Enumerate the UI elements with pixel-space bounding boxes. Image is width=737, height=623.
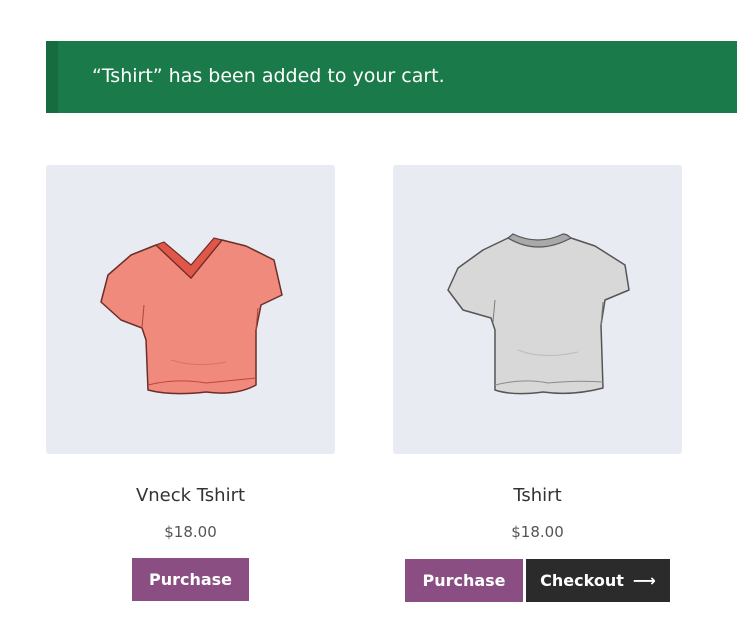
checkout-button[interactable]: Checkout ⟶: [526, 559, 670, 602]
product-price: $18.00: [164, 523, 217, 541]
purchase-button-label: Purchase: [148, 570, 233, 589]
product-image-tshirt[interactable]: [393, 165, 682, 454]
tshirt-image: [447, 233, 630, 395]
checkout-button-label: Checkout: [540, 571, 624, 590]
product-image-vneck-tshirt[interactable]: [46, 165, 335, 454]
arrow-right-icon: ⟶: [632, 571, 656, 590]
product-title[interactable]: Vneck Tshirt: [46, 485, 335, 506]
purchase-button[interactable]: Purchase: [132, 558, 249, 601]
purchase-button[interactable]: Purchase: [405, 559, 523, 602]
cart-notice: “Tshirt” has been added to your cart.: [46, 41, 737, 113]
product-card-vneck-tshirt: Vneck Tshirt $18.00 Purchase: [46, 165, 335, 601]
vneck-tshirt-image: [100, 237, 283, 395]
purchase-button-label: Purchase: [422, 571, 506, 590]
product-card-tshirt: Tshirt $18.00 Purchase Checkout ⟶: [393, 165, 682, 602]
product-price: $18.00: [511, 523, 564, 541]
product-title[interactable]: Tshirt: [393, 485, 682, 506]
cart-notice-message: “Tshirt” has been added to your cart.: [92, 65, 445, 87]
